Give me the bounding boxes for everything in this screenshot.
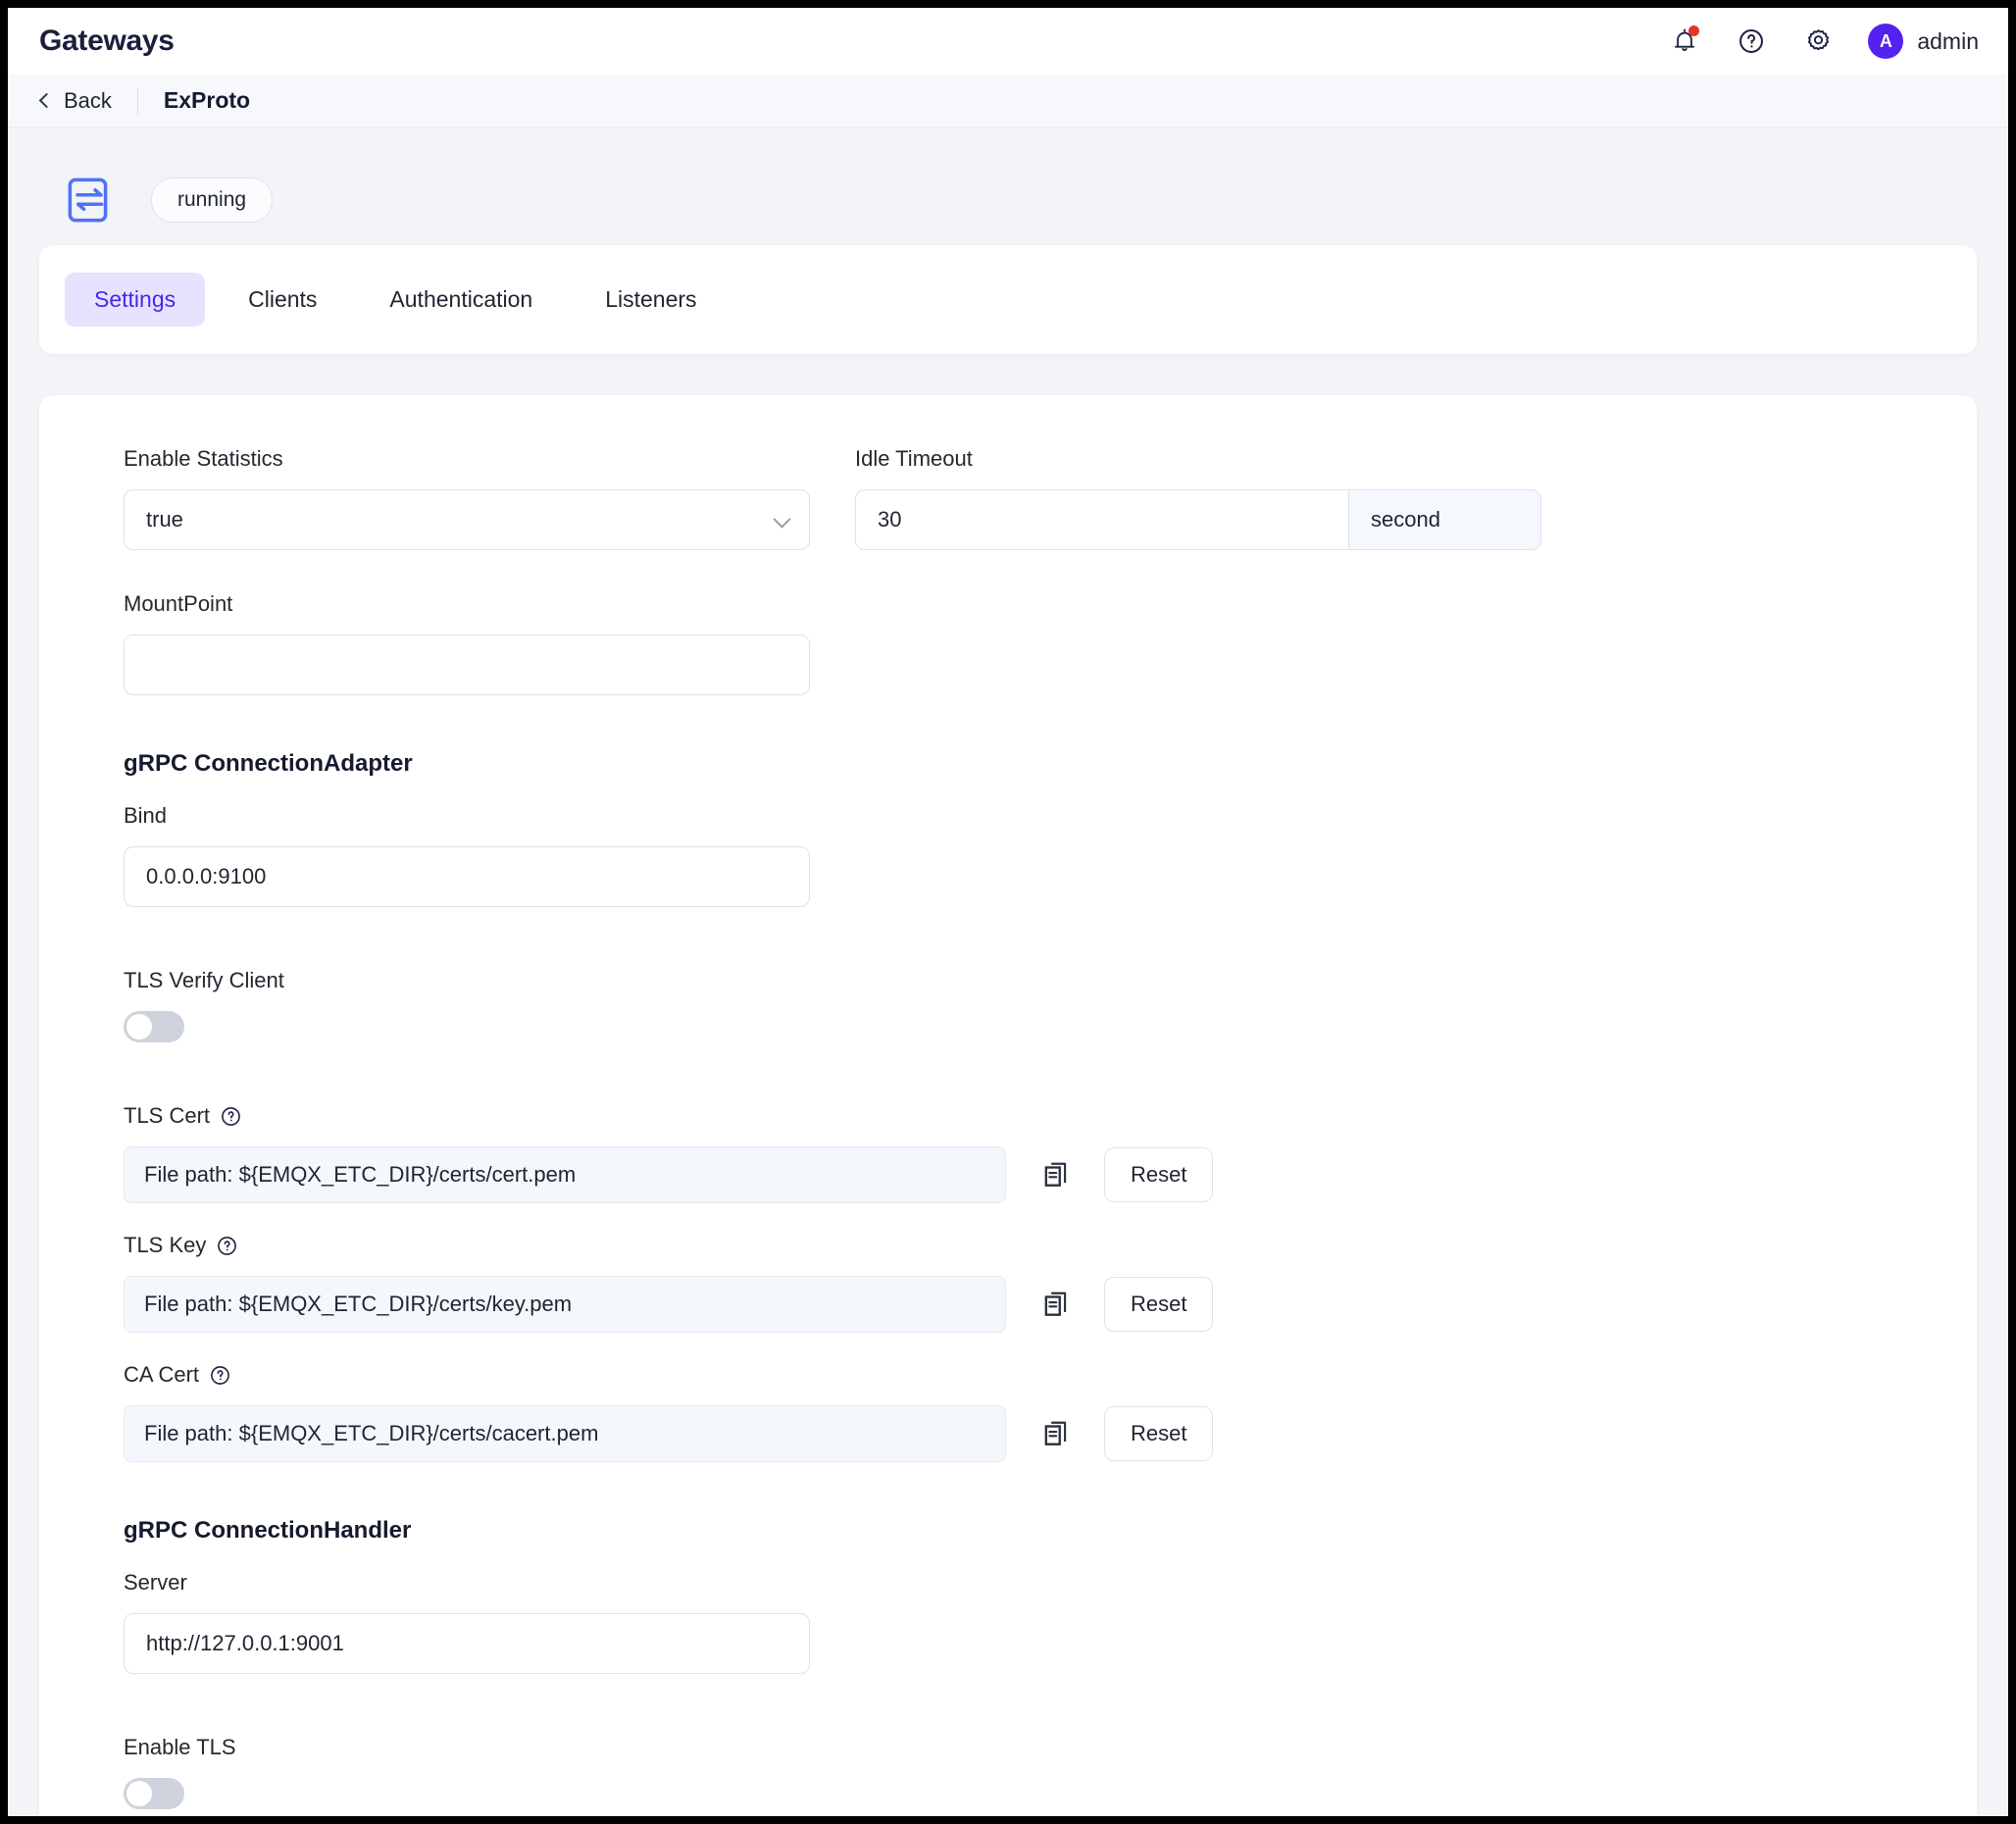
copy-icon: [1042, 1160, 1070, 1190]
screenshot-viewport: Gateways: [0, 0, 2016, 1824]
header-actions: A admin: [1668, 24, 1979, 59]
settings-button[interactable]: [1801, 25, 1835, 58]
enable-statistics-select-wrap: [124, 489, 810, 550]
question-circle-icon: [1738, 27, 1765, 55]
enable-statistics-select[interactable]: [124, 489, 810, 550]
tab-clients[interactable]: Clients: [219, 273, 346, 327]
gateway-exchange-icon: [65, 175, 116, 226]
tls-key-help-icon[interactable]: [217, 1236, 237, 1256]
copy-icon: [1042, 1290, 1070, 1319]
question-circle-icon: [210, 1365, 230, 1386]
tls-key-reset-button[interactable]: Reset: [1104, 1277, 1213, 1332]
back-label: Back: [64, 88, 112, 114]
spacer: [124, 1333, 1892, 1362]
top-header-bar: Gateways: [8, 8, 2008, 75]
toggle-knob: [126, 1781, 152, 1806]
tls-key-label: TLS Key: [124, 1233, 1892, 1258]
tls-cert-reset-button[interactable]: Reset: [1104, 1147, 1213, 1202]
chevron-left-icon: [39, 92, 55, 108]
field-idle-timeout: Idle Timeout second: [855, 446, 1541, 550]
tls-key-input[interactable]: [124, 1276, 1006, 1333]
field-ca-cert: CA Cert: [124, 1362, 1892, 1462]
notifications-button[interactable]: [1668, 25, 1701, 58]
tls-cert-label-text: TLS Cert: [124, 1103, 210, 1129]
ca-cert-copy-button[interactable]: [1035, 1413, 1077, 1454]
bind-input[interactable]: [124, 846, 810, 907]
breadcrumb-divider: [137, 88, 138, 114]
tls-key-row: Reset: [124, 1276, 1892, 1333]
spacer: [124, 550, 1892, 591]
section-connection-adapter-title: gRPC ConnectionAdapter: [124, 750, 1892, 778]
page-title: Gateways: [39, 25, 175, 58]
ca-cert-label: CA Cert: [124, 1362, 1892, 1388]
tab-settings[interactable]: Settings: [65, 273, 205, 327]
tls-cert-row: Reset: [124, 1146, 1892, 1203]
ca-cert-reset-button[interactable]: Reset: [1104, 1406, 1213, 1461]
spacer: [124, 1809, 1892, 1816]
question-circle-icon: [221, 1106, 241, 1127]
tab-bar: Settings Clients Authentication Listener…: [65, 273, 1951, 327]
notification-badge-dot: [1688, 25, 1699, 36]
spacer: [124, 1042, 1892, 1103]
section-connection-handler-title: gRPC ConnectionHandler: [124, 1517, 1892, 1545]
enable-tls-label: Enable TLS: [124, 1735, 1892, 1760]
application-window: Gateways: [8, 8, 2008, 1816]
avatar: A: [1868, 24, 1903, 59]
tab-listeners[interactable]: Listeners: [576, 273, 726, 327]
ca-cert-help-icon[interactable]: [210, 1365, 230, 1386]
tls-cert-label: TLS Cert: [124, 1103, 1892, 1129]
ca-cert-row: Reset: [124, 1405, 1892, 1462]
status-badge: running: [151, 177, 273, 223]
idle-timeout-unit: second: [1348, 490, 1540, 549]
user-menu[interactable]: A admin: [1868, 24, 1979, 59]
tls-verify-client-toggle[interactable]: [124, 1011, 184, 1042]
breadcrumb-current: ExProto: [164, 87, 250, 114]
spacer: [124, 1203, 1892, 1233]
field-enable-statistics: Enable Statistics: [124, 446, 810, 550]
spacer: [124, 907, 1892, 968]
field-mountpoint: MountPoint: [124, 591, 810, 695]
field-bind: Bind: [124, 803, 810, 907]
tls-cert-input[interactable]: [124, 1146, 1006, 1203]
tls-key-copy-button[interactable]: [1035, 1284, 1077, 1325]
tabs-card: Settings Clients Authentication Listener…: [39, 245, 1977, 354]
field-tls-verify-client: TLS Verify Client: [124, 968, 1892, 1042]
server-input[interactable]: [124, 1613, 810, 1674]
idle-timeout-input[interactable]: [856, 490, 1348, 549]
question-circle-icon: [217, 1236, 237, 1256]
idle-timeout-group: second: [855, 489, 1541, 550]
help-button[interactable]: [1735, 25, 1768, 58]
ca-cert-input[interactable]: [124, 1405, 1006, 1462]
back-button[interactable]: Back: [41, 88, 112, 114]
username-label: admin: [1917, 28, 1979, 55]
settings-form-card: Enable Statistics Idle Timeout second: [39, 395, 1977, 1816]
gateway-identity: running: [8, 127, 2008, 235]
tls-cert-copy-button[interactable]: [1035, 1154, 1077, 1195]
idle-timeout-label: Idle Timeout: [855, 446, 1541, 472]
gear-icon: [1804, 27, 1833, 56]
server-label: Server: [124, 1570, 810, 1596]
tab-authentication[interactable]: Authentication: [360, 273, 562, 327]
form-row-top: Enable Statistics Idle Timeout second: [124, 446, 1892, 550]
bind-label: Bind: [124, 803, 810, 829]
field-tls-key: TLS Key: [124, 1233, 1892, 1333]
settings-form: Enable Statistics Idle Timeout second: [39, 446, 1977, 1816]
toggle-knob: [126, 1014, 152, 1039]
field-server: Server: [124, 1570, 810, 1674]
tls-cert-help-icon[interactable]: [221, 1106, 241, 1127]
mountpoint-label: MountPoint: [124, 591, 810, 617]
field-tls-cert: TLS Cert: [124, 1103, 1892, 1203]
field-enable-tls: Enable TLS: [124, 1735, 1892, 1809]
enable-tls-toggle[interactable]: [124, 1778, 184, 1809]
tls-verify-client-label: TLS Verify Client: [124, 968, 1892, 993]
copy-icon: [1042, 1419, 1070, 1448]
breadcrumb: Back ExProto: [8, 75, 2008, 127]
mountpoint-input[interactable]: [124, 634, 810, 695]
enable-statistics-label: Enable Statistics: [124, 446, 810, 472]
tls-key-label-text: TLS Key: [124, 1233, 206, 1258]
ca-cert-label-text: CA Cert: [124, 1362, 199, 1388]
spacer: [124, 1674, 1892, 1735]
